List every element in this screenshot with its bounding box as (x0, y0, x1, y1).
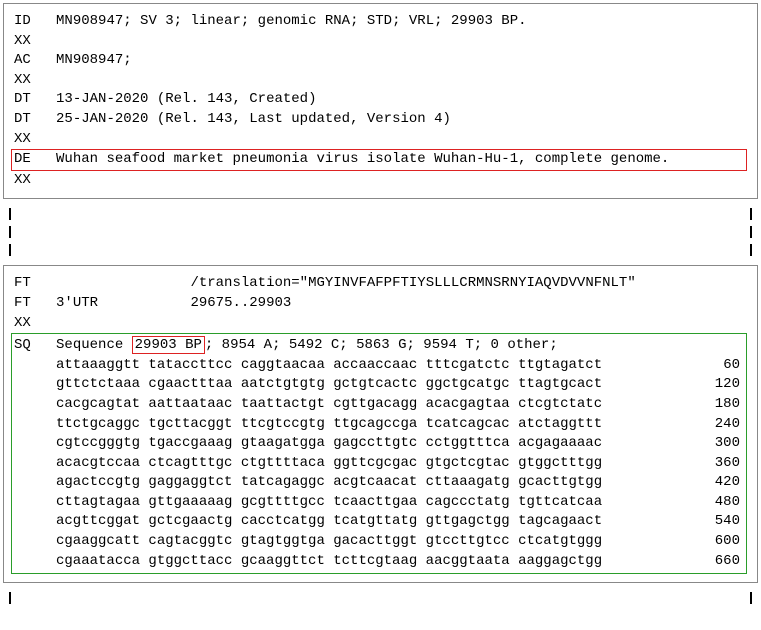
sequence-position: 420 (602, 473, 744, 493)
sequence-row: agactccgtg gaggaggtct tatcagaggc acgtcaa… (14, 473, 744, 493)
sequence-bases: agactccgtg gaggaggtct tatcagaggc acgtcaa… (14, 473, 602, 493)
sequence-position: 660 (602, 552, 744, 572)
sequence-bases: cacgcagtat aattaataac taattactgt cgttgac… (14, 395, 602, 415)
bp-highlight: 29903 BP (132, 336, 205, 354)
sequence-bases: attaaaggtt tataccttcc caggtaacaa accaacc… (14, 356, 602, 376)
xx-line: XX (14, 71, 747, 91)
xx-line: XX (14, 314, 747, 334)
sequence-position: 360 (602, 454, 744, 474)
xx-line: XX (14, 171, 747, 191)
sequence-bases: gttctctaaa cgaactttaa aatctgtgtg gctgtca… (14, 375, 602, 395)
sequence-bases: cgaaatacca gtggcttacc gcaaggttct tcttcgt… (14, 552, 602, 572)
sequence-bases: acacgtccaa ctcagtttgc ctgttttaca ggttcgc… (14, 454, 602, 474)
sequence-row: cgaaggcatt cagtacggtc gtagtggtga gacactt… (14, 532, 744, 552)
sequence-row: cacgcagtat aattaataac taattactgt cgttgac… (14, 395, 744, 415)
sq-summary-line: SQ Sequence 29903 BP; 8954 A; 5492 C; 58… (14, 336, 744, 356)
sq-block-highlight: SQ Sequence 29903 BP; 8954 A; 5492 C; 58… (11, 333, 747, 574)
sequence-bases: cgtccgggtg tgaccgaaag gtaagatgga gagcctt… (14, 434, 602, 454)
sequence-row: cttagtagaa gttgaaaaag gcgttttgcc tcaactt… (14, 493, 744, 513)
sequence-position: 540 (602, 512, 744, 532)
xx-line: XX (14, 32, 747, 52)
ft-3utr-line: FT 3'UTR 29675..29903 (14, 294, 747, 314)
sequence-bases: cttagtagaa gttgaaaaag gcgttttgcc tcaactt… (14, 493, 602, 513)
sequence-position: 600 (602, 532, 744, 552)
cut-indicator (0, 202, 761, 262)
sequence-row: acacgtccaa ctcagtttgc ctgttttaca ggttcgc… (14, 454, 744, 474)
sequence-row: gttctctaaa cgaactttaa aatctgtgtg gctgtca… (14, 375, 744, 395)
sequence-row: cgaaatacca gtggcttacc gcaaggttct tcttcgt… (14, 552, 744, 572)
ac-line: AC MN908947; (14, 51, 747, 71)
sequence-row: cgtccgggtg tgaccgaaag gtaagatgga gagcctt… (14, 434, 744, 454)
sequence-row: acgttcggat gctcgaactg cacctcatgg tcatgtt… (14, 512, 744, 532)
sequence-position: 300 (602, 434, 744, 454)
xx-line: XX (14, 130, 747, 150)
sequence-position: 480 (602, 493, 744, 513)
sequence-bases: cgaaggcatt cagtacggtc gtagtggtga gacactt… (14, 532, 602, 552)
sequence-position: 180 (602, 395, 744, 415)
dt-line-updated: DT 25-JAN-2020 (Rel. 143, Last updated, … (14, 110, 747, 130)
dt-line-created: DT 13-JAN-2020 (Rel. 143, Created) (14, 90, 747, 110)
flatfile-top: ID MN908947; SV 3; linear; genomic RNA; … (3, 3, 758, 199)
sequence-row: attaaaggtt tataccttcc caggtaacaa accaacc… (14, 356, 744, 376)
cut-indicator-bottom (0, 586, 761, 612)
sequence-position: 120 (602, 375, 744, 395)
sequence-position: 60 (602, 356, 744, 376)
id-line: ID MN908947; SV 3; linear; genomic RNA; … (14, 12, 747, 32)
sequence-bases: ttctgcaggc tgcttacggt ttcgtccgtg ttgcagc… (14, 415, 602, 435)
sequence-bases: acgttcggat gctcgaactg cacctcatgg tcatgtt… (14, 512, 602, 532)
ft-translation-line: FT /translation="MGYINVFAFPFTIYSLLLCRMNS… (14, 274, 747, 294)
flatfile-bottom: FT /translation="MGYINVFAFPFTIYSLLLCRMNS… (3, 265, 758, 583)
sequence-position: 240 (602, 415, 744, 435)
de-line-highlight: DE Wuhan seafood market pneumonia virus … (11, 149, 747, 171)
sequence-row: ttctgcaggc tgcttacggt ttcgtccgtg ttgcagc… (14, 415, 744, 435)
